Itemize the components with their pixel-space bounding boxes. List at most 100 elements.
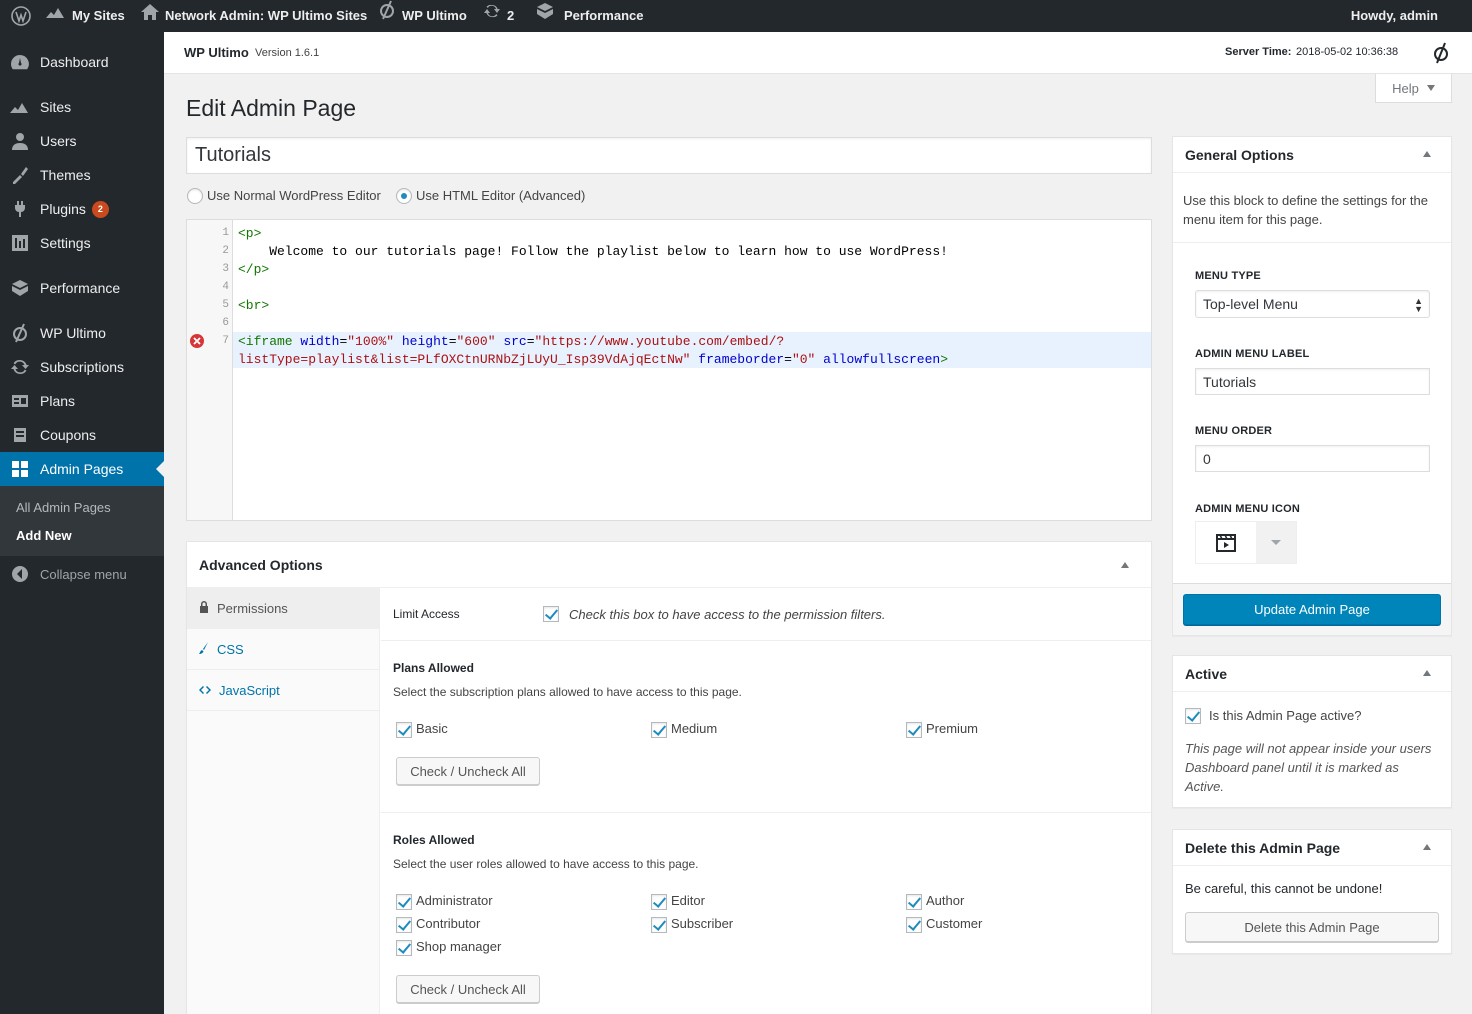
performance-icon (536, 0, 554, 33)
delete-header[interactable]: Delete this Admin Page (1173, 830, 1451, 866)
tab-javascript[interactable]: JavaScript (187, 670, 380, 711)
tab-css[interactable]: CSS (187, 629, 380, 670)
coupons-icon (10, 425, 30, 445)
submenu-all-admin-pages[interactable]: All Admin Pages (16, 500, 111, 515)
sidebar-item-subscriptions[interactable]: Subscriptions (0, 350, 164, 384)
submenu-add-new[interactable]: Add New (16, 528, 72, 543)
admin-sidebar: Dashboard Sites Users Themes Plugins 2 S… (0, 32, 164, 1014)
plugins-icon (10, 199, 30, 219)
code-line: <p> (238, 226, 262, 241)
role-author-checkbox[interactable] (906, 894, 922, 910)
html-editor-radio[interactable] (396, 188, 412, 204)
normal-editor-radio[interactable] (187, 188, 203, 204)
wordpress-logo-icon[interactable] (11, 0, 31, 32)
update-admin-page-button[interactable]: Update Admin Page (1183, 594, 1441, 625)
role-administrator-checkbox[interactable] (396, 894, 412, 910)
active-header[interactable]: Active (1173, 656, 1451, 692)
themes-icon (10, 165, 30, 185)
settings-icon (10, 233, 30, 253)
performance-menu[interactable]: Performance (536, 0, 643, 32)
my-sites-menu[interactable]: My Sites (46, 0, 125, 32)
plans-check-all-button[interactable]: Check / Uncheck All (396, 757, 540, 785)
sidebar-item-settings[interactable]: Settings (0, 226, 164, 260)
dashboard-icon (10, 52, 30, 72)
line-number: 1 (222, 227, 229, 239)
icon-picker-dropdown[interactable] (1256, 522, 1296, 563)
sidebar-item-coupons[interactable]: Coupons (0, 418, 164, 452)
admin-menu-icon-label: Admin Menu Icon (1195, 503, 1301, 515)
network-admin-menu[interactable]: Network Admin: WP Ultimo Sites (141, 0, 367, 32)
plugins-update-badge: 2 (91, 200, 109, 218)
role-editor-checkbox[interactable] (651, 894, 667, 910)
sidebar-item-sites[interactable]: Sites (0, 90, 164, 124)
code-line: <br> (238, 298, 270, 313)
sidebar-item-label: Settings (40, 235, 91, 251)
sidebar-item-label: WP Ultimo (40, 325, 106, 341)
role-customer-checkbox[interactable] (906, 917, 922, 933)
admin-menu-label-input[interactable]: Tutorials (1195, 368, 1430, 395)
line-number: 6 (222, 317, 229, 329)
plan-basic-label: Basic (416, 721, 448, 736)
limit-access-description: Check this box to have access to the per… (569, 607, 886, 622)
role-shop-manager-checkbox[interactable] (396, 940, 412, 956)
users-icon (10, 131, 30, 151)
home-icon (141, 0, 159, 33)
wp-ultimo-menu[interactable]: WP Ultimo (378, 0, 467, 32)
collapse-arrow-icon[interactable] (1121, 562, 1129, 568)
subscriptions-icon (10, 357, 30, 377)
select-arrows-icon: ▲ ▼ (1414, 296, 1423, 314)
updates-menu[interactable]: 2 (483, 0, 514, 32)
tab-permissions[interactable]: Permissions (187, 588, 380, 629)
sidebar-item-label: Dashboard (40, 54, 109, 70)
roles-allowed-title: Roles Allowed (393, 833, 475, 847)
html-code-editor[interactable]: 1 2 3 4 5 6 7 <p> Welcome to our tutoria… (186, 219, 1152, 521)
server-time-label: Server Time: (1225, 46, 1292, 58)
plans-allowed-title: Plans Allowed (393, 661, 474, 675)
delete-warning: Be careful, this cannot be undone! (1185, 881, 1383, 896)
page-active-label: Is this Admin Page active? (1209, 708, 1362, 723)
sidebar-item-admin-pages[interactable]: Admin Pages (0, 452, 164, 486)
collapse-icon (10, 564, 30, 584)
post-title-input[interactable]: Tutorials (186, 137, 1152, 174)
plans-icon (10, 391, 30, 411)
role-subscriber-checkbox[interactable] (651, 917, 667, 933)
collapse-menu-button[interactable]: Collapse menu (0, 557, 164, 591)
sidebar-item-plugins[interactable]: Plugins 2 (0, 192, 164, 226)
menu-type-select[interactable]: Top-level Menu ▲ ▼ (1195, 290, 1430, 318)
sidebar-item-dashboard[interactable]: Dashboard (0, 45, 164, 79)
general-options-header[interactable]: General Options (1173, 137, 1451, 173)
admin-bar: My Sites Network Admin: WP Ultimo Sites … (0, 0, 1472, 32)
roles-check-all-button[interactable]: Check / Uncheck All (396, 975, 540, 1003)
sidebar-item-wp-ultimo[interactable]: WP Ultimo (0, 316, 164, 350)
plan-basic-checkbox[interactable] (396, 722, 412, 738)
howdy-admin[interactable]: Howdy, admin (1351, 0, 1438, 32)
caret-down-icon (1426, 85, 1435, 91)
sidebar-item-performance[interactable]: Performance (0, 271, 164, 305)
sidebar-item-label: Admin Pages (40, 461, 124, 477)
page-active-checkbox[interactable] (1185, 708, 1201, 724)
collapse-arrow-icon[interactable] (1423, 151, 1431, 157)
advanced-options-title: Advanced Options (199, 556, 323, 573)
help-tab-button[interactable]: Help (1375, 74, 1452, 103)
brand-name: WP Ultimo (184, 45, 249, 60)
sidebar-item-themes[interactable]: Themes (0, 158, 164, 192)
active-box: Active Is this Admin Page active? This p… (1172, 655, 1452, 808)
menu-order-input[interactable]: 0 (1195, 445, 1430, 472)
collapse-arrow-icon[interactable] (1423, 844, 1431, 850)
plan-medium-checkbox[interactable] (651, 722, 667, 738)
plan-premium-checkbox[interactable] (906, 722, 922, 738)
delete-admin-page-button[interactable]: Delete this Admin Page (1185, 912, 1439, 942)
limit-access-checkbox[interactable] (543, 606, 559, 622)
role-contributor-checkbox[interactable] (396, 917, 412, 933)
role-editor-label: Editor (671, 893, 705, 908)
plans-allowed-description: Select the subscription plans allowed to… (393, 685, 742, 699)
divider (381, 812, 1151, 813)
menu-icon-picker[interactable] (1195, 521, 1297, 564)
collapse-arrow-icon[interactable] (1423, 670, 1431, 676)
sidebar-item-users[interactable]: Users (0, 124, 164, 158)
sidebar-item-plans[interactable]: Plans (0, 384, 164, 418)
role-shop-manager-label: Shop manager (416, 939, 502, 954)
line-number: 4 (222, 281, 229, 293)
advanced-options-header[interactable]: Advanced Options (187, 542, 1151, 588)
error-icon[interactable] (190, 334, 204, 352)
